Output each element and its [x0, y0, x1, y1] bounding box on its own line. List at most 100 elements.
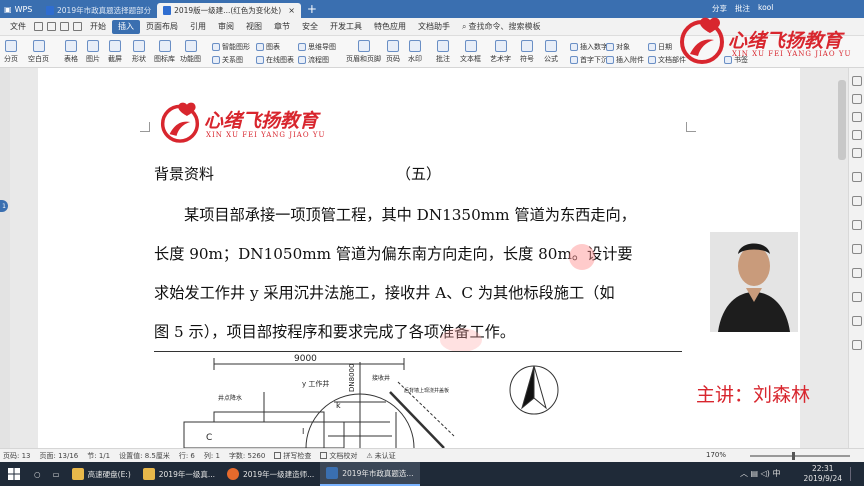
icon-library-button[interactable]: 图标库	[154, 40, 175, 64]
network-icon[interactable]: ▤	[751, 469, 759, 478]
smart-graphic-button[interactable]: 智能图形	[212, 42, 250, 52]
taskbar-item-browser[interactable]: 2019年一级建造师...	[221, 462, 320, 486]
menu-chapter[interactable]: 章节	[268, 20, 296, 34]
page-number-button[interactable]: 页码	[386, 40, 400, 64]
paragraph-line-1: 某项目部承接一项顶管工程，其中 DN1350mm 管道为东西走向，	[184, 206, 636, 224]
comment-button[interactable]: 批注	[735, 3, 750, 14]
text-box-button[interactable]: 文本框	[460, 40, 481, 64]
menu-review[interactable]: 审阅	[212, 20, 240, 34]
user-account[interactable]: kool	[758, 3, 773, 14]
object-button[interactable]: 对象	[606, 42, 630, 52]
volume-icon[interactable]: ◁)	[761, 469, 770, 478]
menu-security[interactable]: 安全	[296, 20, 324, 34]
insert-attachment-button[interactable]: 插入附件	[606, 55, 644, 65]
panel-icon-1[interactable]	[852, 76, 862, 86]
menu-developer[interactable]: 开发工具	[324, 20, 368, 34]
heart-logo-icon	[680, 17, 724, 64]
panel-icon-6[interactable]	[852, 172, 862, 182]
taskbar-item-folder[interactable]: 2019年一级真...	[137, 462, 221, 486]
menu-doc-assistant[interactable]: 文档助手	[412, 20, 456, 34]
blank-page-button[interactable]: 空白页	[28, 40, 49, 64]
menu-insert[interactable]: 插入	[112, 19, 140, 34]
note-label: 后背墙上现浇井盖板	[404, 387, 449, 394]
zoom-level[interactable]: 170%	[706, 451, 726, 459]
word-art-button[interactable]: 艺术字	[490, 40, 511, 64]
panel-icon-2[interactable]	[852, 94, 862, 104]
relation-chart-button[interactable]: 关系图	[212, 55, 243, 65]
zoom-slider[interactable]	[750, 455, 850, 457]
flowchart-button[interactable]: 流程图	[298, 55, 329, 65]
formula-button[interactable]: 公式	[544, 40, 558, 64]
brand-pinyin: XIN XU FEI YANG JIAO YU	[206, 131, 326, 139]
app-menu-button[interactable]: ▣ WPS	[0, 0, 40, 18]
menu-file[interactable]: 文件	[4, 20, 32, 34]
chevron-up-icon[interactable]: ︿	[740, 469, 748, 478]
tab-document-2[interactable]: 2019版一级建...(红色为变化处) ×	[157, 3, 301, 18]
online-chart-button[interactable]: 在线图表	[256, 55, 294, 65]
panel-icon-11[interactable]	[852, 292, 862, 302]
app-name: WPS	[14, 4, 33, 14]
panel-icon-8[interactable]	[852, 220, 862, 230]
table-button[interactable]: 表格	[64, 40, 78, 64]
save-icon[interactable]	[34, 22, 43, 31]
panel-icon-4[interactable]	[852, 130, 862, 140]
smart-graphic-icon	[212, 43, 220, 51]
tab-document-1[interactable]: 2019年市政真题选择题部分	[40, 3, 157, 18]
header-footer-icon	[357, 40, 370, 52]
share-button[interactable]: 分享	[712, 3, 727, 14]
symbol-button[interactable]: 符号	[520, 40, 534, 64]
system-tray[interactable]: ︿ ▤ ◁) 中	[740, 468, 780, 479]
search-taskbar-button[interactable]: ○	[28, 462, 47, 486]
auth-status[interactable]: ⚠ 未认证	[366, 451, 395, 461]
panel-icon-10[interactable]	[852, 268, 862, 278]
menu-view[interactable]: 视图	[240, 20, 268, 34]
status-word-count[interactable]: 字数: 5260	[229, 451, 265, 461]
shape-icon	[133, 40, 145, 52]
screenshot-button[interactable]: 截屏	[108, 40, 122, 64]
chart-button[interactable]: 图表	[256, 42, 280, 52]
comment-insert-button[interactable]: 批注	[436, 40, 450, 64]
menu-features[interactable]: 特色应用	[368, 20, 412, 34]
page-number-icon	[387, 40, 399, 52]
proofread-toggle[interactable]: 文档校对	[320, 451, 357, 461]
menu-page-layout[interactable]: 页面布局	[140, 20, 184, 34]
screen: ▣ WPS 2019年市政真题选择题部分 2019版一级建...(红色为变化处)…	[0, 0, 864, 486]
panel-icon-12[interactable]	[852, 316, 862, 326]
panel-icon-7[interactable]	[852, 196, 862, 206]
show-desktop-button[interactable]	[850, 467, 860, 481]
panel-icon-13[interactable]	[852, 340, 862, 350]
task-view-button[interactable]: ▭	[47, 462, 66, 486]
zoom-slider-knob[interactable]	[792, 452, 795, 460]
checkbox-icon	[320, 452, 328, 459]
panel-icon-3[interactable]	[852, 112, 862, 122]
clock[interactable]: 22:31 2019/9/24	[804, 464, 842, 484]
menu-start[interactable]: 开始	[84, 20, 112, 34]
panel-icon-9[interactable]	[852, 244, 862, 254]
taskbar-item-drive[interactable]: 高速硬盘(E:)	[66, 462, 137, 486]
spell-check-toggle[interactable]: 拼写检查	[274, 451, 311, 461]
panel-icon-5[interactable]	[852, 148, 862, 158]
taskbar-item-wps[interactable]: 2019年市政真题选...	[320, 462, 420, 486]
command-search[interactable]: ⌕ 查找命令、搜索模板	[462, 21, 540, 32]
page-break-button[interactable]: 分页	[4, 40, 18, 64]
watermark-logo-top: 心绪飞扬教育 XIN XU FEI YANG JIAO YU	[672, 16, 862, 66]
ime-indicator[interactable]: 中	[772, 469, 780, 478]
new-tab-button[interactable]: +	[307, 2, 317, 16]
function-chart-button[interactable]: 功能图	[180, 40, 201, 64]
picture-button[interactable]: 图片	[86, 40, 100, 64]
vertical-scrollbar[interactable]	[838, 80, 846, 160]
header-footer-button[interactable]: 页眉和页脚	[346, 40, 381, 64]
date-button[interactable]: 日期	[648, 42, 672, 52]
start-button[interactable]	[0, 462, 28, 486]
close-icon[interactable]: ×	[288, 6, 295, 15]
print-icon[interactable]	[47, 22, 56, 31]
mind-map-button[interactable]: 思维导图	[298, 42, 336, 52]
insert-number-button[interactable]: 插入数字	[570, 42, 608, 52]
menu-references[interactable]: 引用	[184, 20, 212, 34]
blank-page-icon	[32, 40, 45, 52]
watermark-button[interactable]: 水印	[408, 40, 422, 64]
redo-icon[interactable]	[73, 22, 82, 31]
drop-cap-button[interactable]: 首字下沉	[570, 55, 608, 65]
undo-icon[interactable]	[60, 22, 69, 31]
shape-button[interactable]: 形状	[132, 40, 146, 64]
